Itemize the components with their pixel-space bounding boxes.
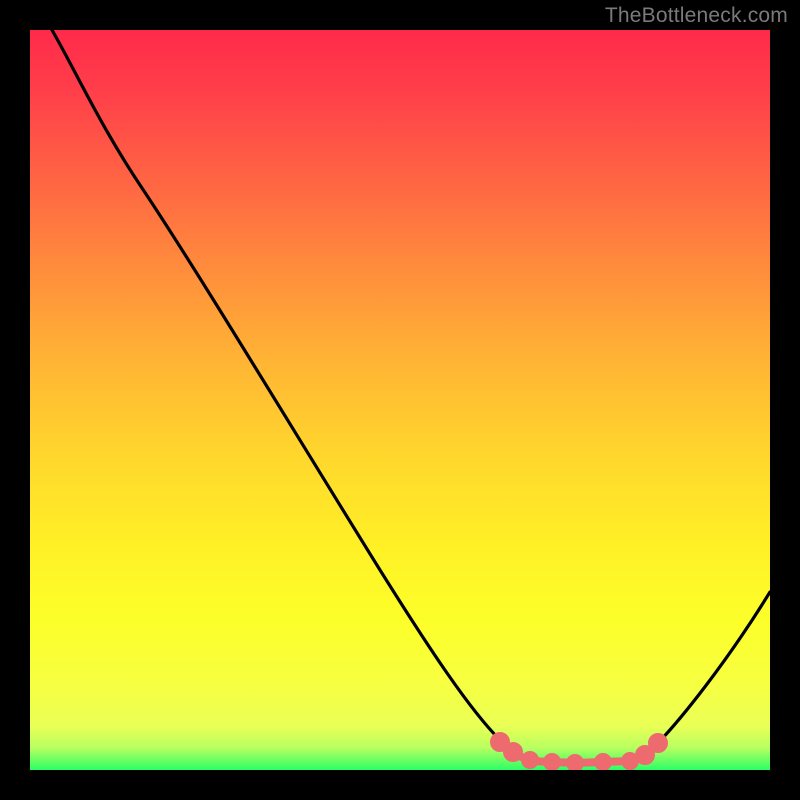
watermark-text: TheBottleneck.com xyxy=(605,4,788,28)
optimal-zone-overlay xyxy=(494,736,664,768)
chart-frame: TheBottleneck.com xyxy=(0,0,800,800)
curve-layer xyxy=(30,30,770,770)
bottleneck-curve-path xyxy=(52,30,770,763)
plot-area xyxy=(30,30,770,770)
